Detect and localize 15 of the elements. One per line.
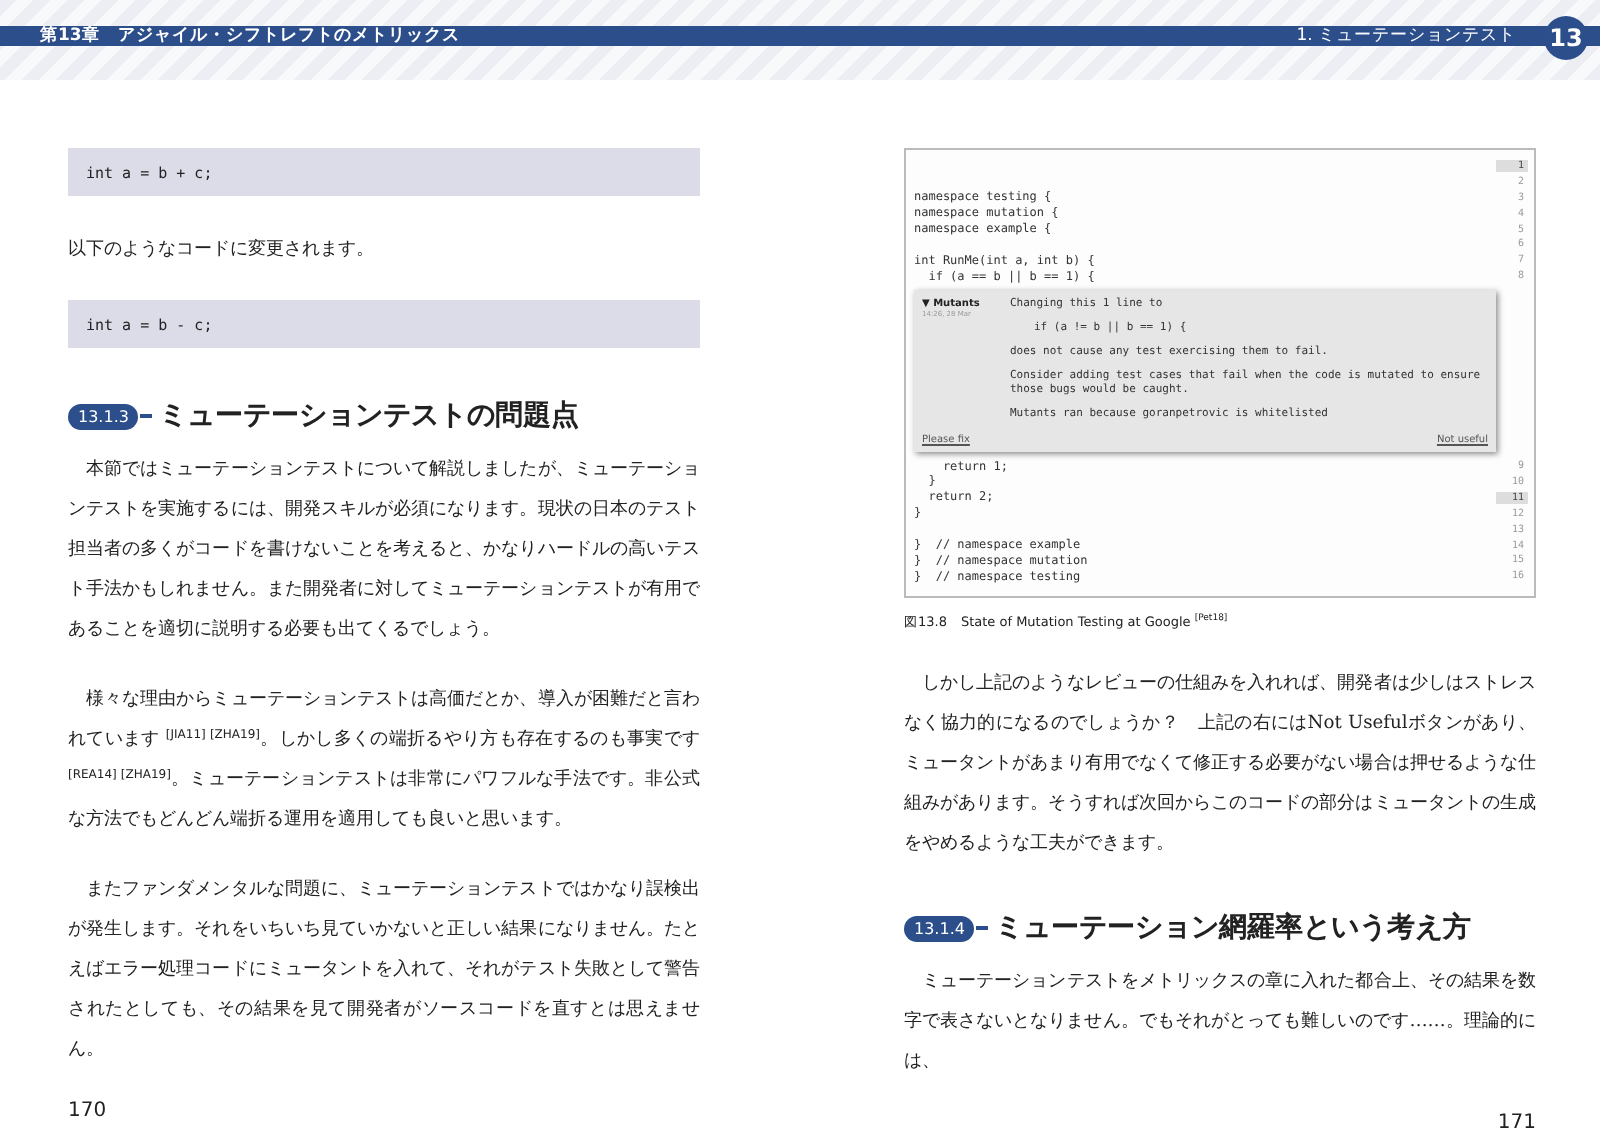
paragraph: ミューテーションテストをメトリックスの章に入れた都合上、その結果を数字で表さないとなりません。でもそれがとっても難しいのです……。理論的には、 xyxy=(904,969,1536,1077)
paragraph: 本節ではミューテーションテストについて解説しましたが、ミューテーションテストを実施するには、開発スキルが必須になります。現状の日本のテスト担当者の多くがコードを書けないことを考えると、かなりハードルの高いテスト手法かもしれません。また開発者に対してミューテーションテストが有用であることを適切に説明する必要も出てくるでしょう。 xyxy=(68,457,700,644)
paragraph: 様々な理由からミューテーションテストは高価だとか、導入が困難だと言われています $^{[JIA11] [ZHA19]}$。しかし多くの端折るやり方も存在するのも事実です $^{[REA14] [ZHA19]}$。ミューテーションテストは非常にパワフルな手法です。非公式な方法でもどんどん端折る運用を適用しても良いと思います。 xyxy=(68,687,700,834)
chapter-title: 第13章 アジャイル・シフトレフトのメトリックス xyxy=(40,24,460,48)
chapter-number: 13 xyxy=(1544,16,1588,60)
section-heading: ミューテーションテストの問題点 xyxy=(158,398,579,434)
paragraph: またファンダメンタルな問題に、ミューテーションテストではかなり誤検出が発生します。それをいちいち見ていかないと正しい結果になりません。たとえばエラー処理コードにミュータントを入れて、それがテスト失敗として警告されたとしても、その結果を見て開発者がソースコードを直すとは思えません。 xyxy=(68,877,700,1064)
page-number: 170 xyxy=(68,1100,109,1122)
paragraph: 以下のようなコードに変更されます。 xyxy=(68,237,376,264)
section-title: 1. ミューテーションテスト xyxy=(1296,24,1516,48)
paragraph: しかし上記のようなレビューの仕組みを入れれば、開発者は少しはストレスなく協力的になるのでしょうか？ 上記の右にはNot Usefulボタンがあり、ミュータントがあまり有用でなくて修正する必要がない場合は押せるような仕組みがあります。そうすれば次回からこのコードの部分はミュータントの生成をやめるような工夫ができます。 xyxy=(904,671,1536,859)
page-number: 171 xyxy=(1497,1112,1536,1134)
section-heading: ミューテーション網羅率という考え方 xyxy=(994,910,1471,947)
section-number: 13.1.4 xyxy=(904,915,975,942)
section-number: 13.1.3 xyxy=(68,403,139,429)
